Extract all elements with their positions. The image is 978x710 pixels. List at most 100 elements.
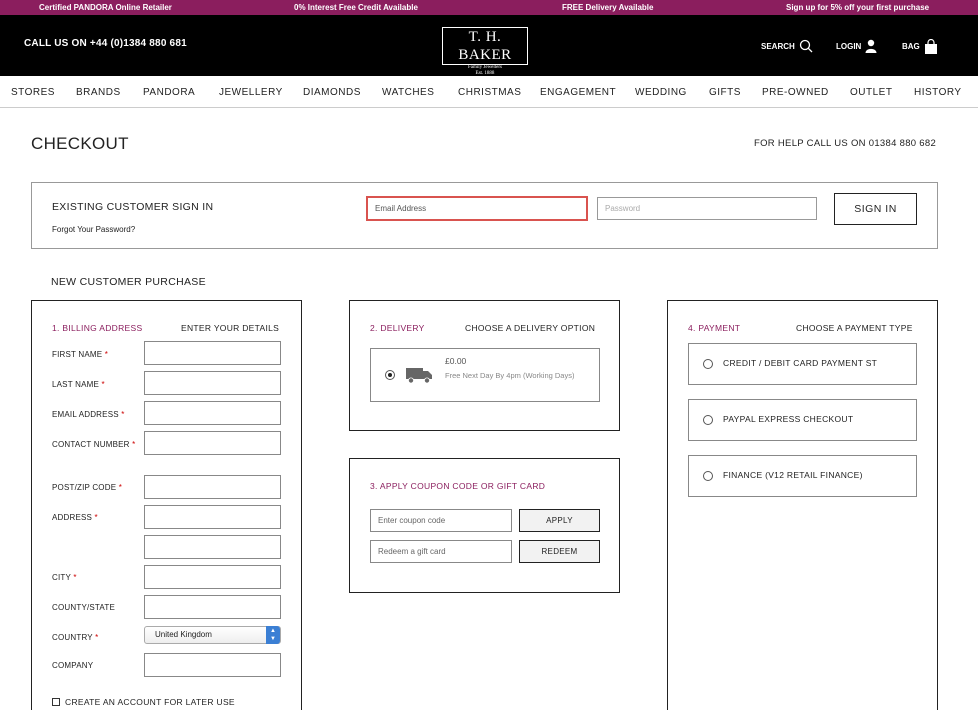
nav-gifts[interactable]: GIFTS — [709, 87, 741, 98]
delivery-hint: CHOOSE A DELIVERY OPTION — [465, 323, 596, 333]
nav-stores[interactable]: STORES — [11, 87, 55, 98]
required-mark: * — [95, 633, 99, 642]
bag-icon — [924, 39, 937, 54]
payment-option-card-label: CREDIT / DEBIT CARD PAYMENT ST — [723, 358, 878, 368]
country-label: COUNTRY * — [52, 633, 98, 642]
payment-step-title: 4. PAYMENT — [688, 323, 741, 333]
first-name-label: FIRST NAME * — [52, 350, 108, 359]
main-nav: STORES BRANDS PANDORA JEWELLERY DIAMONDS… — [0, 76, 978, 108]
delivery-option[interactable]: £0.00 Free Next Day By 4pm (Working Days… — [370, 348, 600, 402]
post-code-label-text: POST/ZIP CODE — [52, 483, 117, 492]
nav-engagement[interactable]: ENGAGEMENT — [540, 87, 616, 98]
coupon-panel: 3. APPLY COUPON CODE OR GIFT CARD Enter … — [349, 458, 620, 593]
payment-option-finance[interactable]: FINANCE (V12 RETAIL FINANCE) — [688, 455, 917, 497]
search-icon — [799, 39, 813, 53]
company-label: COMPANY — [52, 661, 94, 670]
payment-panel: 4. PAYMENT CHOOSE A PAYMENT TYPE CREDIT … — [667, 300, 938, 710]
last-name-input[interactable] — [144, 371, 281, 395]
nav-wedding[interactable]: WEDDING — [635, 87, 687, 98]
help-line: FOR HELP CALL US ON 01384 880 682 — [754, 138, 937, 149]
call-us[interactable]: CALL US ON +44 (0)1384 880 681 — [24, 38, 187, 49]
payment-radio-card[interactable] — [703, 359, 713, 369]
create-account-checkbox[interactable] — [52, 698, 60, 706]
required-mark: * — [104, 350, 109, 359]
city-input[interactable] — [144, 565, 281, 589]
delivery-panel: 2. DELIVERY CHOOSE A DELIVERY OPTION £0.… — [349, 300, 620, 431]
forgot-password-link[interactable]: Forgot Your Password? — [52, 225, 135, 234]
payment-radio-paypal[interactable] — [703, 415, 713, 425]
password-field[interactable]: Password — [597, 197, 817, 220]
email-address-label: EMAIL ADDRESS * — [52, 410, 125, 419]
country-select[interactable]: United Kingdom ▲ ▼ — [144, 626, 281, 644]
address-label: ADDRESS * — [52, 513, 98, 522]
promo-credit: 0% Interest Free Credit Available — [294, 3, 418, 12]
nav-pandora[interactable]: PANDORA — [143, 87, 195, 98]
address-line1-input[interactable] — [144, 505, 281, 529]
delivery-note: Free Next Day By 4pm (Working Days) — [445, 371, 575, 380]
promo-delivery: FREE Delivery Available — [562, 3, 654, 12]
promo-certified: Certified PANDORA Online Retailer — [39, 3, 172, 12]
email-field[interactable]: Email Address — [366, 196, 588, 221]
city-label: CITY * — [52, 573, 77, 582]
search-link[interactable]: SEARCH — [761, 39, 813, 53]
required-mark: * — [132, 440, 136, 449]
nav-watches[interactable]: WATCHES — [382, 87, 434, 98]
required-mark: * — [94, 513, 98, 522]
sign-in-button[interactable]: SIGN IN — [834, 193, 917, 225]
first-name-label-text: FIRST NAME — [52, 350, 103, 359]
nav-jewellery[interactable]: JEWELLERY — [219, 87, 283, 98]
city-label-text: CITY — [52, 573, 71, 582]
nav-diamonds[interactable]: DIAMONDS — [303, 87, 361, 98]
promo-signup[interactable]: Sign up for 5% off your first purchase — [786, 3, 929, 12]
create-account-label[interactable]: CREATE AN ACCOUNT FOR LATER USE — [65, 697, 235, 707]
contact-number-input[interactable] — [144, 431, 281, 455]
coupon-step-title: 3. APPLY COUPON CODE OR GIFT CARD — [370, 481, 546, 491]
site-header: CALL US ON +44 (0)1384 880 681 T. H. BAK… — [0, 15, 978, 76]
required-mark: * — [121, 410, 125, 419]
payment-option-paypal-label: PAYPAL EXPRESS CHECKOUT — [723, 414, 854, 424]
contact-number-label: CONTACT NUMBER * — [52, 440, 135, 449]
new-customer-heading: NEW CUSTOMER PURCHASE — [51, 276, 206, 288]
coupon-input[interactable]: Enter coupon code — [370, 509, 512, 532]
redeem-button[interactable]: REDEEM — [519, 540, 600, 563]
apply-button[interactable]: APPLY — [519, 509, 600, 532]
payment-radio-finance[interactable] — [703, 471, 713, 481]
gift-card-input[interactable]: Redeem a gift card — [370, 540, 512, 563]
payment-option-finance-label: FINANCE (V12 RETAIL FINANCE) — [723, 470, 863, 480]
login-label: LOGIN — [836, 41, 862, 51]
email-address-input[interactable] — [144, 401, 281, 425]
payment-option-card[interactable]: CREDIT / DEBIT CARD PAYMENT ST — [688, 343, 917, 385]
required-mark: * — [118, 483, 123, 492]
promo-bar: Certified PANDORA Online Retailer 0% Int… — [0, 0, 978, 15]
delivery-step-title: 2. DELIVERY — [370, 323, 425, 333]
bag-label: BAG — [902, 42, 920, 51]
logo-name: T. H. BAKER — [442, 27, 528, 65]
billing-panel: 1. BILLING ADDRESS ENTER YOUR DETAILS FI… — [31, 300, 302, 710]
required-mark: * — [73, 573, 77, 582]
signin-title: EXISTING CUSTOMER SIGN IN — [52, 201, 214, 213]
billing-step-title: 1. BILLING ADDRESS — [52, 323, 143, 333]
bag-link[interactable]: BAG — [902, 39, 938, 54]
post-code-input[interactable] — [144, 475, 281, 499]
address-line2-input[interactable] — [144, 535, 281, 559]
company-input[interactable] — [144, 653, 281, 677]
last-name-label: LAST NAME * — [52, 380, 105, 389]
site-logo[interactable]: T. H. BAKER Family Jewellers Est. 1888 — [442, 27, 528, 76]
delivery-radio[interactable] — [385, 370, 395, 380]
country-select-value: United Kingdom — [155, 630, 212, 639]
nav-history[interactable]: HISTORY — [914, 87, 962, 98]
first-name-input[interactable] — [144, 341, 281, 365]
login-link[interactable]: LOGIN — [836, 39, 877, 53]
address-label-text: ADDRESS — [52, 513, 93, 522]
user-icon — [865, 39, 877, 53]
page-title: CHECKOUT — [31, 134, 129, 153]
payment-option-paypal[interactable]: PAYPAL EXPRESS CHECKOUT — [688, 399, 917, 441]
nav-outlet[interactable]: OUTLET — [850, 87, 892, 98]
nav-brands[interactable]: BRANDS — [76, 87, 121, 98]
country-label-text: COUNTRY — [52, 633, 93, 642]
nav-pre-owned[interactable]: PRE-OWNED — [762, 87, 829, 98]
county-input[interactable] — [144, 595, 281, 619]
payment-hint: CHOOSE A PAYMENT TYPE — [796, 323, 913, 333]
nav-christmas[interactable]: CHRISTMAS — [458, 87, 521, 98]
post-code-label: POST/ZIP CODE * — [52, 483, 122, 492]
